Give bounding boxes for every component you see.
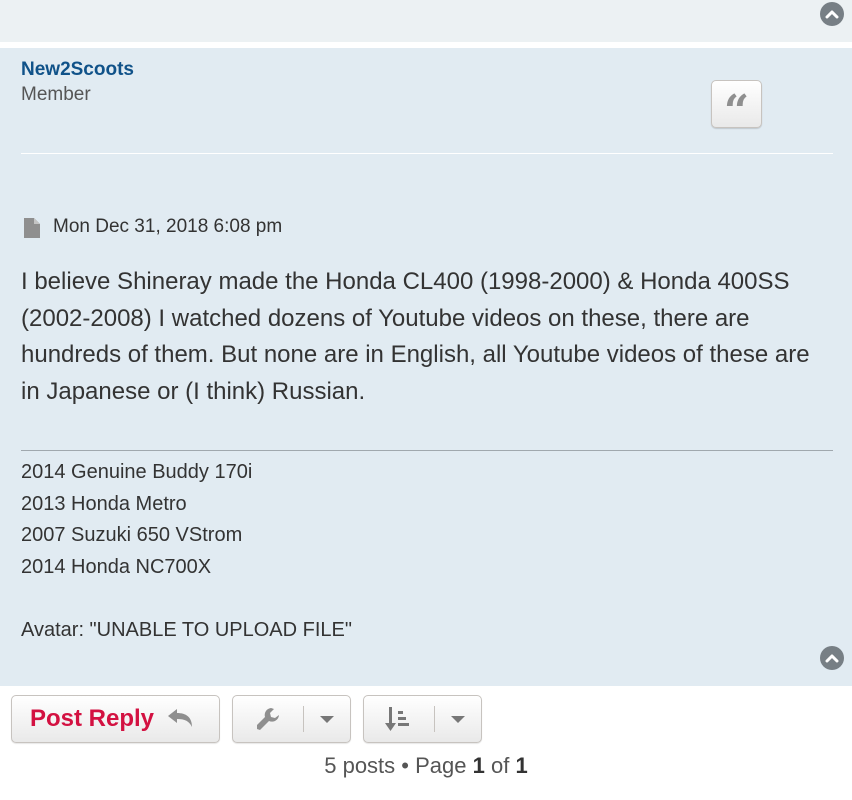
total-pages: 1 <box>515 753 528 778</box>
signature-line: 2014 Genuine Buddy 170i <box>21 461 253 483</box>
profile-divider <box>21 153 833 154</box>
back-to-top-button[interactable] <box>820 646 844 670</box>
signature-line: 2007 Suzuki 650 VStrom <box>21 524 243 546</box>
signature: 2014 Genuine Buddy 170i 2013 Honda Metro… <box>21 457 833 646</box>
wrench-icon <box>257 708 279 730</box>
signature-line: 2013 Honda Metro <box>21 492 187 515</box>
signature-line <box>21 583 833 615</box>
post-reply-label: Post Reply <box>30 705 155 732</box>
current-page: 1 <box>472 753 485 778</box>
signature-line: Avatar: "UNABLE TO UPLOAD FILE" <box>21 618 352 641</box>
pagination: 5 posts • Page 1 of 1 <box>0 753 852 779</box>
sort-options-caret[interactable] <box>435 696 481 742</box>
post-content: I believe Shineray made the Honda CL400 … <box>21 268 810 405</box>
sort-options-button[interactable] <box>364 696 434 742</box>
topic-tools-button[interactable] <box>233 696 303 742</box>
chevron-up-icon <box>825 654 839 663</box>
sort-icon <box>385 707 409 731</box>
sort-options-dropdown[interactable] <box>363 695 482 743</box>
back-to-top-button[interactable] <box>820 2 844 26</box>
of-word: of <box>491 753 510 778</box>
previous-post-footer <box>0 0 852 42</box>
quote-icon: “ <box>723 86 750 137</box>
topic-tools-dropdown[interactable] <box>232 695 351 743</box>
post-author[interactable]: New2Scoots <box>21 59 134 81</box>
pagination-separator: • <box>401 753 409 778</box>
chevron-up-icon <box>825 10 839 19</box>
caret-down-icon <box>320 715 334 723</box>
page-word: Page <box>415 753 467 778</box>
author-rank: Member <box>21 84 91 105</box>
topic-tools-caret[interactable] <box>304 696 350 742</box>
post-date: Mon Dec 31, 2018 6:08 pm <box>53 216 283 237</box>
caret-down-icon <box>451 715 465 723</box>
signature-line: 2014 Honda NC700X <box>21 555 212 578</box>
signature-divider <box>21 450 833 451</box>
reply-arrow-icon <box>168 709 193 727</box>
quote-button[interactable]: “ <box>711 80 762 134</box>
post-reply-button[interactable]: Post Reply <box>11 695 220 743</box>
post-count: 5 posts <box>324 753 396 778</box>
post-file-icon <box>24 218 40 238</box>
